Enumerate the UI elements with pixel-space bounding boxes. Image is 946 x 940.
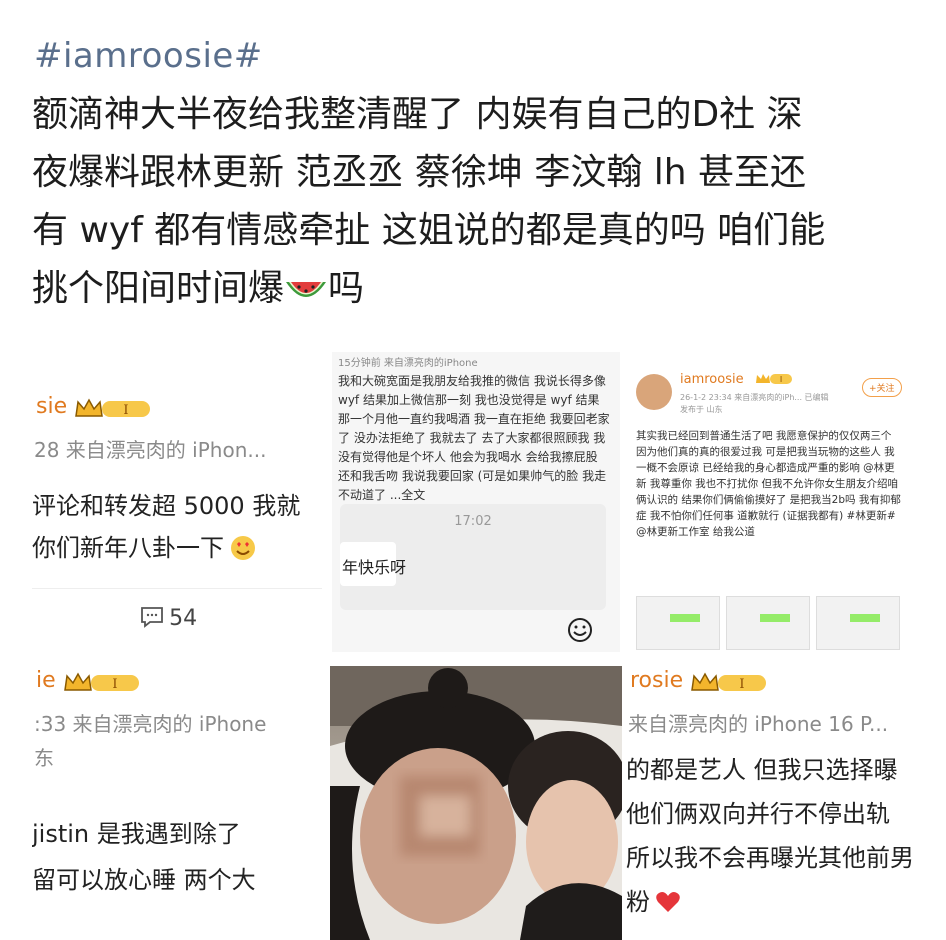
- evidence-thumb-2[interactable]: [726, 596, 810, 650]
- crown-badge-icon: I: [75, 397, 151, 418]
- post-text: 其实我已经回到普通生活了吧 我愿意保护的仅仅两三个 因为他们真的真的很爱过我 可…: [636, 430, 901, 538]
- post-full-text: 我和大碗宽面是我朋友给我推的微信 我说长得多像 wyf 结果加上微信那一刻 我也…: [338, 374, 610, 502]
- comment-text-2: 他们俩双向并行不停出轨: [626, 800, 890, 828]
- hashtag-link[interactable]: #iamroosie#: [34, 36, 263, 76]
- divider: [32, 588, 322, 589]
- post-meta: :33 来自漂亮肉的 iPhone: [34, 712, 267, 736]
- photo: [330, 666, 622, 940]
- post-meta: 26-1-2 23:34 来自漂亮肉的iPh... 已编辑: [680, 393, 829, 402]
- user-row: sie I: [36, 394, 158, 422]
- post-header: 15分钟前 来自漂亮肉的iPhone: [338, 358, 478, 369]
- post-location: 东: [34, 746, 54, 770]
- heart-icon: [656, 892, 680, 912]
- level-badge-text: I: [780, 375, 782, 384]
- username[interactable]: sie: [36, 394, 67, 419]
- user-row: ie I: [36, 668, 147, 696]
- comment-button[interactable]: 54: [140, 606, 197, 631]
- post-meta: 来自漂亮肉的 iPhone 16 P...: [628, 712, 889, 736]
- username[interactable]: ie: [36, 668, 56, 693]
- evidence-thumb-3[interactable]: [816, 596, 900, 650]
- comment-text-1: jistin 是我遇到除了: [32, 820, 241, 848]
- heart-eyes-emoji-icon: [231, 536, 256, 560]
- grid-image-1[interactable]: sie I 28 来自漂亮肉的 iPhon... 评论和转发超 5000 我就 …: [32, 352, 322, 652]
- post-line-4-text: 挑个阳间时间爆: [32, 268, 285, 309]
- grid-image-5[interactable]: [330, 666, 622, 940]
- level-badge-text: I: [112, 677, 117, 692]
- user-row: rosie I: [630, 668, 774, 696]
- crown-badge-icon: I: [63, 671, 139, 692]
- post-line-2: 夜爆料跟林更新 范丞丞 蔡徐坤 李汶翰 lh 甚至还: [32, 152, 807, 193]
- comment-icon: [141, 607, 163, 628]
- watermelon-icon: [286, 282, 327, 297]
- comment-text-3: 所以我不会再曝光其他前男: [626, 844, 914, 872]
- post-body: 额滴神大半夜给我整清醒了 内娱有自己的D社 深 夜爆料跟林更新 范丞丞 蔡徐坤 …: [32, 86, 912, 318]
- crown-badge-icon: I: [691, 671, 767, 692]
- comment-text-4: 粉: [626, 888, 650, 916]
- crown-badge-icon: I: [756, 374, 792, 384]
- grid-image-4[interactable]: ie I :33 来自漂亮肉的 iPhone 东 jistin 是我遇到除了 留…: [32, 666, 322, 940]
- comment-text-row-4: 粉: [626, 882, 681, 917]
- comment-text-row-2: 你们新年八卦一下: [32, 528, 257, 563]
- comment-text-1: 的都是艺人 但我只选择曝: [626, 756, 898, 784]
- chat-message: 年快乐呀: [342, 558, 407, 577]
- emoji-icon[interactable]: [566, 616, 594, 644]
- grid-image-2[interactable]: 15分钟前 来自漂亮肉的iPhone 我和大碗宽面是我朋友给我推的微信 我说长得…: [332, 352, 620, 652]
- comment-text-2: 你们新年八卦一下: [32, 534, 224, 562]
- post-meta: 28 来自漂亮肉的 iPhon...: [34, 438, 267, 462]
- grid-image-3[interactable]: iamroosie I 26-1-2 23:34 来自漂亮肉的iPh... 已编…: [626, 352, 914, 652]
- comment-count: 54: [169, 606, 198, 631]
- comment-text-2: 留可以放心睡 两个大: [32, 866, 256, 894]
- level-badge-text: I: [124, 403, 129, 418]
- post-line-3: 有 wyf 都有情感牵扯 这姐说的都是真的吗 咱们能: [32, 210, 826, 251]
- chat-screenshot: 17:02 年快乐呀: [340, 504, 606, 610]
- grid-image-6[interactable]: rosie I 来自漂亮肉的 iPhone 16 P... 的都是艺人 但我只选…: [626, 666, 914, 940]
- username[interactable]: rosie: [630, 668, 683, 693]
- post-line-4-end: 吗: [328, 268, 365, 309]
- post-line-4: 挑个阳间时间爆 吗: [32, 260, 912, 318]
- avatar[interactable]: [636, 374, 672, 410]
- post-line-1: 额滴神大半夜给我整清醒了 内娱有自己的D社 深: [32, 94, 803, 135]
- level-badge-text: I: [740, 677, 745, 692]
- evidence-thumb-1[interactable]: [636, 596, 720, 650]
- follow-button[interactable]: +关注: [862, 378, 902, 397]
- image-grid: sie I 28 来自漂亮肉的 iPhon... 评论和转发超 5000 我就 …: [32, 352, 914, 940]
- comment-text-1: 评论和转发超 5000 我就: [32, 492, 301, 520]
- chat-time: 17:02: [454, 514, 492, 529]
- username[interactable]: iamroosie: [680, 372, 744, 387]
- post-location: 发布于 山东: [680, 405, 723, 414]
